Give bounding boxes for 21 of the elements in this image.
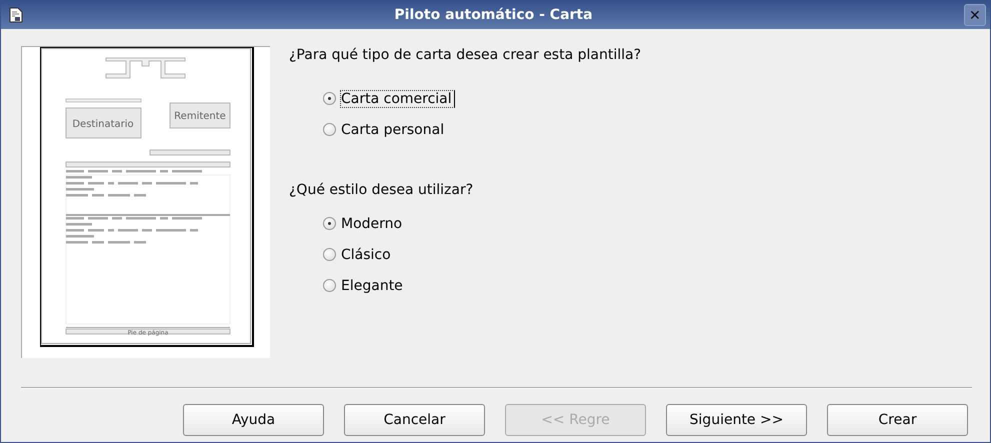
radio-button[interactable] bbox=[323, 279, 336, 292]
radio-button[interactable] bbox=[323, 92, 336, 105]
radio-button[interactable] bbox=[323, 248, 336, 261]
radio-button[interactable] bbox=[323, 217, 336, 230]
recipient-label: Destinatario bbox=[72, 119, 134, 130]
radio-label[interactable]: Elegante bbox=[340, 276, 406, 294]
radio-label[interactable]: Carta comercial bbox=[340, 90, 455, 108]
radio-label[interactable]: Moderno bbox=[340, 214, 406, 232]
dialog-button[interactable]: Ayuda bbox=[183, 404, 324, 436]
radio-label[interactable]: Carta personal bbox=[340, 120, 448, 138]
window-title: Piloto automático - Carta bbox=[393, 6, 594, 22]
sender-label: Remitente bbox=[174, 111, 226, 122]
document-icon bbox=[9, 6, 23, 22]
dialog-button[interactable]: Cancelar bbox=[344, 404, 485, 436]
close-button[interactable]: ✕ bbox=[964, 4, 986, 26]
question-label: ¿Para qué tipo de carta desea crear esta plantilla? bbox=[289, 47, 642, 65]
radio-label[interactable]: Clásico bbox=[340, 246, 394, 264]
question-label: ¿Qué estilo desea utilizar? bbox=[289, 182, 474, 200]
radio-button[interactable] bbox=[323, 123, 336, 136]
dialog-button[interactable]: Siguiente >> bbox=[666, 404, 807, 436]
dialog-button[interactable]: Crear bbox=[827, 404, 968, 436]
